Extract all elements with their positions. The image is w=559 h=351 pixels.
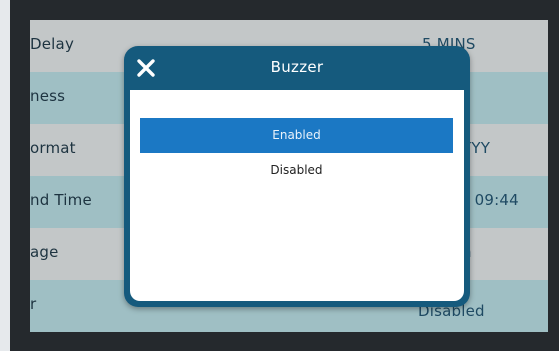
row-label: ness bbox=[30, 87, 66, 105]
buzzer-dialog: Buzzer Enabled Disabled bbox=[124, 46, 470, 307]
option-enabled[interactable]: Enabled bbox=[140, 118, 453, 153]
device-frame: Delay 5 MINS ness ormat YYY nd Time – 09… bbox=[10, 0, 559, 351]
dialog-header: Buzzer bbox=[124, 46, 470, 90]
row-label: r bbox=[30, 295, 37, 313]
row-label: Delay bbox=[30, 35, 75, 53]
row-value: – 09:44 bbox=[462, 191, 519, 209]
dialog-title: Buzzer bbox=[270, 58, 324, 76]
options-list: Enabled Disabled bbox=[130, 90, 464, 301]
page-margin bbox=[0, 0, 10, 351]
row-label: nd Time bbox=[30, 191, 92, 209]
option-disabled[interactable]: Disabled bbox=[140, 153, 453, 188]
settings-screen: Delay 5 MINS ness ormat YYY nd Time – 09… bbox=[30, 20, 548, 332]
row-label: age bbox=[30, 243, 59, 261]
row-label: ormat bbox=[30, 139, 76, 157]
